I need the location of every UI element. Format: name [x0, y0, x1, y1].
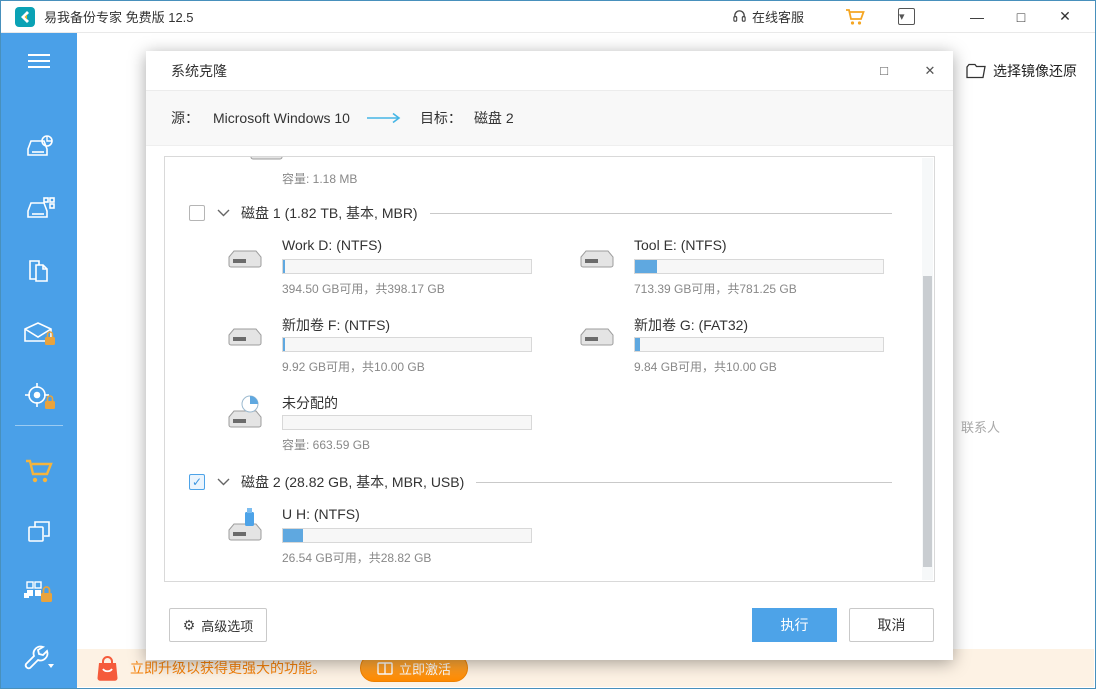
select-image-restore-link[interactable]: 选择镜像还原	[966, 61, 1077, 81]
hard-drive-icon	[577, 325, 617, 351]
location-backup-locked-icon[interactable]	[1, 381, 77, 413]
chevron-down-icon[interactable]	[217, 478, 230, 486]
system-backup-icon[interactable]	[1, 133, 77, 165]
close-button[interactable]: ✕	[1043, 8, 1087, 25]
system-clone-dialog: 系统克隆 □ ✕ 源： Microsoft Windows 10 目标： 磁盘 …	[146, 51, 953, 660]
partition-row-u-h[interactable]: U H: (NTFS) 26.54 GB可用，共28.82 GB	[225, 506, 525, 566]
usage-bar	[634, 259, 884, 274]
source-value: Microsoft Windows 10	[213, 110, 350, 126]
source-label: 源：	[171, 108, 199, 128]
titlebar: 易我备份专家 免费版 12.5 在线客服 ▾ — □ ✕	[1, 1, 1095, 33]
usage-bar	[282, 415, 532, 430]
source-target-bar: 源： Microsoft Windows 10 目标： 磁盘 2	[146, 91, 953, 146]
hard-drive-icon	[225, 247, 265, 273]
tools-icon[interactable]	[1, 642, 77, 672]
disk1-group-header: 磁盘 1 (1.82 TB, 基本, MBR)	[189, 203, 892, 223]
file-backup-icon[interactable]	[1, 257, 77, 287]
usage-bar	[634, 337, 884, 352]
usage-bar	[282, 528, 532, 543]
advanced-options-button[interactable]: ⚙ 高级选项	[169, 608, 267, 642]
partition-name: Tool E: (NTFS)	[634, 237, 877, 257]
partition-row-g[interactable]: 新加卷 G: (FAT32) 9.84 GB可用，共10.00 GB	[577, 315, 877, 375]
hard-drive-icon	[577, 247, 617, 273]
scrollbar-thumb[interactable]	[923, 276, 932, 567]
maximize-button[interactable]: □	[999, 9, 1043, 25]
usage-bar	[282, 337, 532, 352]
partition-name: 新加卷 F: (NTFS)	[282, 315, 525, 335]
folder-icon	[966, 63, 986, 79]
disk2-label: 磁盘 2 (28.82 GB, 基本, MBR, USB)	[241, 472, 464, 492]
minimize-button[interactable]: —	[955, 9, 999, 25]
hard-drive-icon	[225, 325, 265, 351]
partition-caption: 9.84 GB可用，共10.00 GB	[634, 358, 877, 375]
chevron-down-icon[interactable]	[217, 209, 230, 217]
group-divider	[476, 482, 892, 483]
arrow-right-icon	[366, 112, 404, 124]
disk-list: 容量: 1.18 MB 磁盘 1 (1.82 TB, 基本, MBR) Work…	[164, 156, 935, 582]
disk1-label: 磁盘 1 (1.82 TB, 基本, MBR)	[241, 203, 418, 223]
app-title: 易我备份专家 免费版 12.5	[44, 7, 194, 26]
dialog-close-button[interactable]: ✕	[907, 63, 953, 79]
dialog-maximize-button[interactable]: □	[861, 63, 907, 79]
mail-backup-locked-icon[interactable]	[1, 319, 77, 349]
sidebar-divider	[15, 425, 63, 426]
partition-row-unallocated[interactable]: 未分配的 容量: 663.59 GB	[225, 393, 525, 453]
partition-name: U H: (NTFS)	[282, 506, 525, 526]
execute-button[interactable]: 执行	[752, 608, 837, 642]
partition-caption: 容量: 1.18 MB	[282, 170, 357, 187]
menu-icon[interactable]	[1, 49, 77, 73]
partition-caption: 394.50 GB可用，共398.17 GB	[282, 280, 525, 297]
target-value: 磁盘 2	[474, 108, 514, 128]
update-dropdown-icon[interactable]: ▾	[898, 8, 915, 25]
clone-icon[interactable]	[1, 517, 77, 547]
partition-caption: 9.92 GB可用，共10.00 GB	[282, 358, 525, 375]
disk-backup-icon[interactable]	[1, 195, 77, 227]
unallocated-drive-icon	[225, 395, 269, 433]
partition-name: 新加卷 G: (FAT32)	[634, 315, 877, 335]
shopping-bag-icon	[95, 655, 120, 682]
apps-locked-icon[interactable]	[1, 577, 77, 609]
disk2-group-header: ✓ 磁盘 2 (28.82 GB, 基本, MBR, USB)	[189, 472, 892, 492]
partition-row-f[interactable]: 新加卷 F: (NTFS) 9.92 GB可用，共10.00 GB	[225, 315, 525, 375]
dialog-title: 系统克隆	[171, 61, 227, 81]
sidebar-cart-icon[interactable]	[1, 457, 77, 485]
sidebar	[1, 33, 77, 688]
app-logo-icon	[15, 7, 35, 27]
cart-icon[interactable]	[844, 7, 866, 26]
cancel-button[interactable]: 取消	[849, 608, 934, 642]
gift-card-icon	[377, 662, 393, 675]
partition-row-tool-e[interactable]: Tool E: (NTFS) 713.39 GB可用，共781.25 GB	[577, 237, 877, 297]
app-window: 易我备份专家 免费版 12.5 在线客服 ▾ — □ ✕	[0, 0, 1096, 689]
target-label: 目标：	[420, 108, 462, 128]
partition-caption: 容量: 663.59 GB	[282, 436, 525, 453]
contacts-label: 联系人	[961, 417, 1000, 436]
partition-name: Work D: (NTFS)	[282, 237, 525, 257]
disk2-checkbox[interactable]: ✓	[189, 474, 205, 490]
headset-icon	[732, 9, 747, 24]
online-support-button[interactable]: 在线客服	[732, 7, 804, 26]
partition-row-work-d[interactable]: Work D: (NTFS) 394.50 GB可用，共398.17 GB	[225, 237, 525, 297]
hard-drive-icon-clipped	[247, 156, 285, 165]
scrollbar[interactable]	[922, 158, 933, 580]
partition-name: 未分配的	[282, 393, 525, 413]
group-divider	[430, 213, 892, 214]
partition-caption: 26.54 GB可用，共28.82 GB	[282, 549, 525, 566]
dialog-titlebar: 系统克隆 □ ✕	[146, 51, 953, 91]
partition-caption: 713.39 GB可用，共781.25 GB	[634, 280, 877, 297]
disk1-checkbox[interactable]	[189, 205, 205, 221]
promo-message: 立即升级以获得更强大的功能。	[130, 658, 326, 678]
usb-drive-icon	[225, 506, 269, 546]
gear-icon: ⚙	[183, 617, 196, 634]
usage-bar	[282, 259, 532, 274]
dialog-footer: ⚙ 高级选项 执行 取消	[146, 608, 953, 642]
